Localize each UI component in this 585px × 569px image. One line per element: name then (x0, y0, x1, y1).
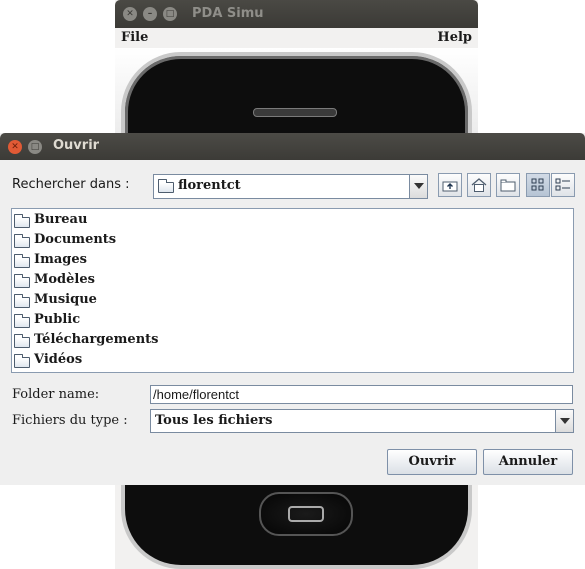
look-in-value: florentct (178, 178, 241, 193)
list-view-button[interactable] (526, 173, 550, 197)
minimize-icon[interactable]: – (143, 7, 157, 21)
folder-icon (14, 274, 30, 288)
close-icon[interactable]: ✕ (8, 140, 22, 154)
details-view-icon (555, 178, 570, 191)
folder-icon (14, 254, 30, 268)
folder-icon (14, 354, 30, 368)
cancel-button[interactable]: Annuler (483, 449, 573, 475)
close-icon[interactable]: ✕ (123, 7, 137, 21)
folder-icon (14, 334, 30, 348)
file-type-combo[interactable]: Tous les fichiers (150, 409, 574, 433)
maximize-icon[interactable]: □ (28, 140, 42, 154)
up-folder-button[interactable] (438, 173, 462, 197)
open-button[interactable]: Ouvrir (387, 449, 477, 475)
pda-titlebar: ✕ – □ PDA Simu (115, 0, 478, 28)
maximize-icon[interactable]: □ (163, 7, 177, 21)
folder-icon (14, 314, 30, 328)
file-list[interactable]: Bureau Documents Images Modèles Musique … (11, 208, 574, 373)
folder-name-label: Folder name: (12, 387, 100, 402)
phone-speaker (253, 108, 337, 117)
chevron-down-icon[interactable] (555, 410, 573, 432)
file-name: Bureau (34, 212, 88, 227)
folder-icon (14, 294, 30, 308)
phone-bottom-bezel (121, 480, 472, 569)
details-view-button[interactable] (551, 173, 575, 197)
file-name: Musique (34, 292, 97, 307)
folder-name-field[interactable] (150, 385, 573, 404)
pda-window-title: PDA Simu (192, 6, 264, 21)
look-in-label: Rechercher dans : (12, 177, 130, 192)
new-folder-button[interactable] (496, 173, 520, 197)
look-in-combo[interactable]: florentct (153, 174, 428, 199)
new-folder-icon (500, 179, 516, 192)
phone-home-button[interactable] (259, 492, 353, 536)
file-name: Images (34, 252, 87, 267)
file-name: Téléchargements (34, 332, 159, 347)
file-name: Public (34, 312, 81, 327)
chevron-down-icon[interactable] (409, 175, 427, 198)
pda-menubar: File Help (115, 28, 478, 48)
list-view-icon (531, 178, 544, 191)
menu-file[interactable]: File (121, 30, 148, 45)
home-button[interactable] (467, 173, 491, 197)
file-name: Modèles (34, 272, 95, 287)
file-name: Documents (34, 232, 117, 247)
folder-name-input[interactable] (151, 386, 572, 403)
up-folder-icon (442, 181, 458, 192)
folder-icon (14, 214, 30, 228)
menu-help[interactable]: Help (437, 30, 472, 45)
file-name: Vidéos (34, 352, 83, 367)
folder-icon (14, 234, 30, 248)
folder-icon (158, 179, 174, 193)
home-icon (471, 178, 487, 192)
file-type-label: Fichiers du type : (12, 413, 128, 428)
file-type-value: Tous les fichiers (155, 413, 273, 428)
open-dialog: ✕ □ Ouvrir Rechercher dans : florentct B… (0, 133, 585, 485)
dialog-title: Ouvrir (53, 138, 100, 153)
dialog-titlebar: ✕ □ Ouvrir (0, 133, 585, 160)
